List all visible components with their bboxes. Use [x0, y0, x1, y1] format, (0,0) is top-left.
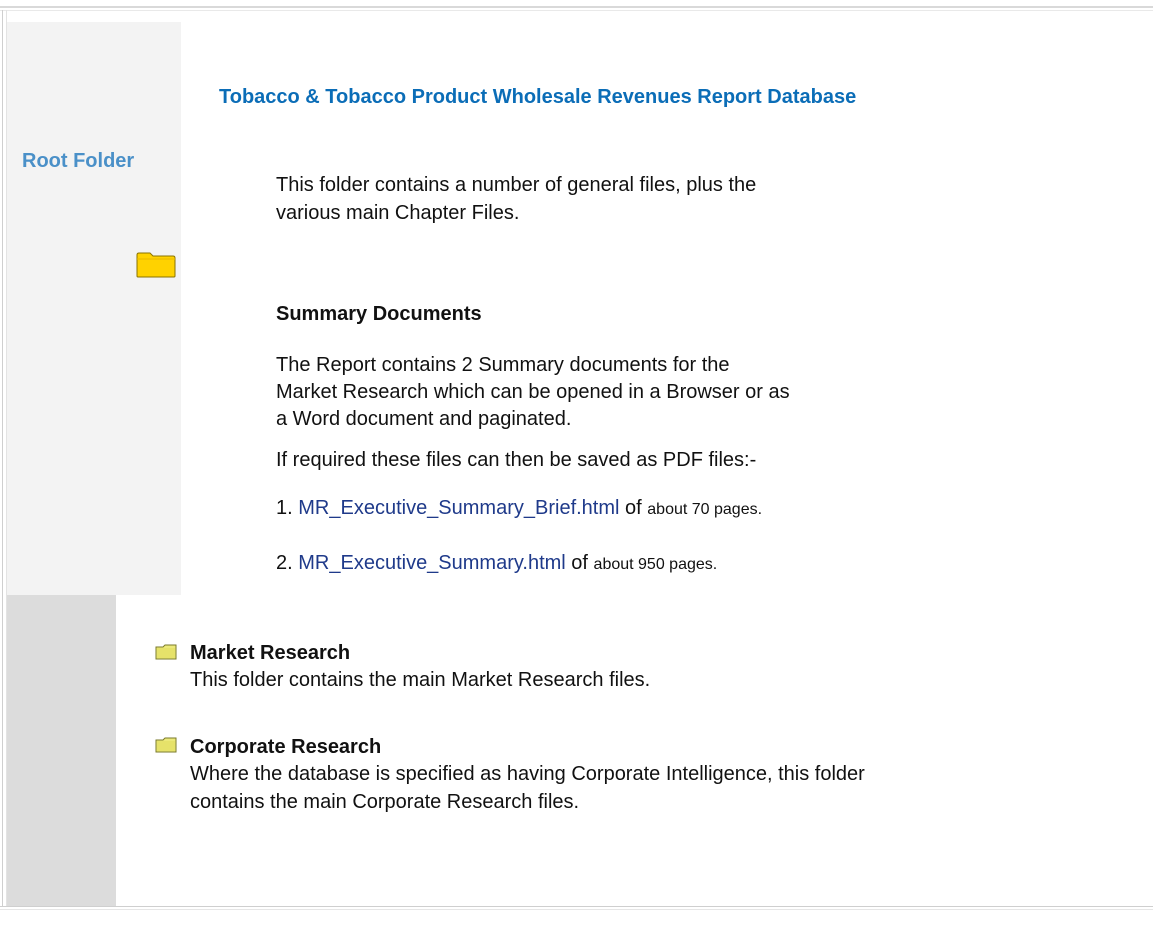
- folder-icon: [155, 737, 177, 753]
- executive-summary-link[interactable]: MR_Executive_Summary.html: [298, 552, 565, 574]
- market-research-title: Market Research: [190, 642, 351, 664]
- list-of: of: [571, 552, 588, 574]
- summary-pdf-note: If required these files can then be save…: [276, 449, 757, 471]
- page-title: Tobacco & Tobacco Product Wholesale Reve…: [219, 86, 857, 108]
- frame-top-border: [0, 6, 1153, 8]
- intro-text: This folder contains a number of general…: [276, 174, 757, 224]
- list-of: of: [625, 497, 642, 519]
- sidebar-panel-root: [7, 22, 181, 595]
- folder-icon: [155, 644, 177, 660]
- corporate-research-title: Corporate Research: [190, 736, 382, 758]
- frame-bottom-border-inner: [0, 909, 1153, 910]
- frame-left-border: [2, 10, 3, 907]
- root-folder-label: Root Folder: [22, 150, 135, 172]
- list-item: 2. MR_Executive_Summary.html of about 95…: [276, 552, 717, 575]
- folder-icon: [136, 252, 176, 278]
- summary-description: The Report contains 2 Summary documents …: [276, 354, 790, 430]
- market-research-description: This folder contains the main Market Res…: [190, 669, 651, 691]
- sidebar-panel-subfolders: [7, 595, 116, 906]
- summary-heading: Summary Documents: [276, 303, 482, 325]
- list-number: 1.: [276, 497, 293, 519]
- list-pages: about 70 pages.: [647, 501, 763, 518]
- list-pages: about 950 pages.: [593, 556, 718, 573]
- list-number: 2.: [276, 552, 293, 574]
- frame-top-border-inner: [0, 10, 1153, 11]
- executive-summary-brief-link[interactable]: MR_Executive_Summary_Brief.html: [298, 497, 619, 519]
- list-item: 1. MR_Executive_Summary_Brief.html of ab…: [276, 497, 762, 520]
- frame-bottom-border: [0, 906, 1153, 907]
- corporate-research-description: Where the database is specified as havin…: [190, 763, 865, 813]
